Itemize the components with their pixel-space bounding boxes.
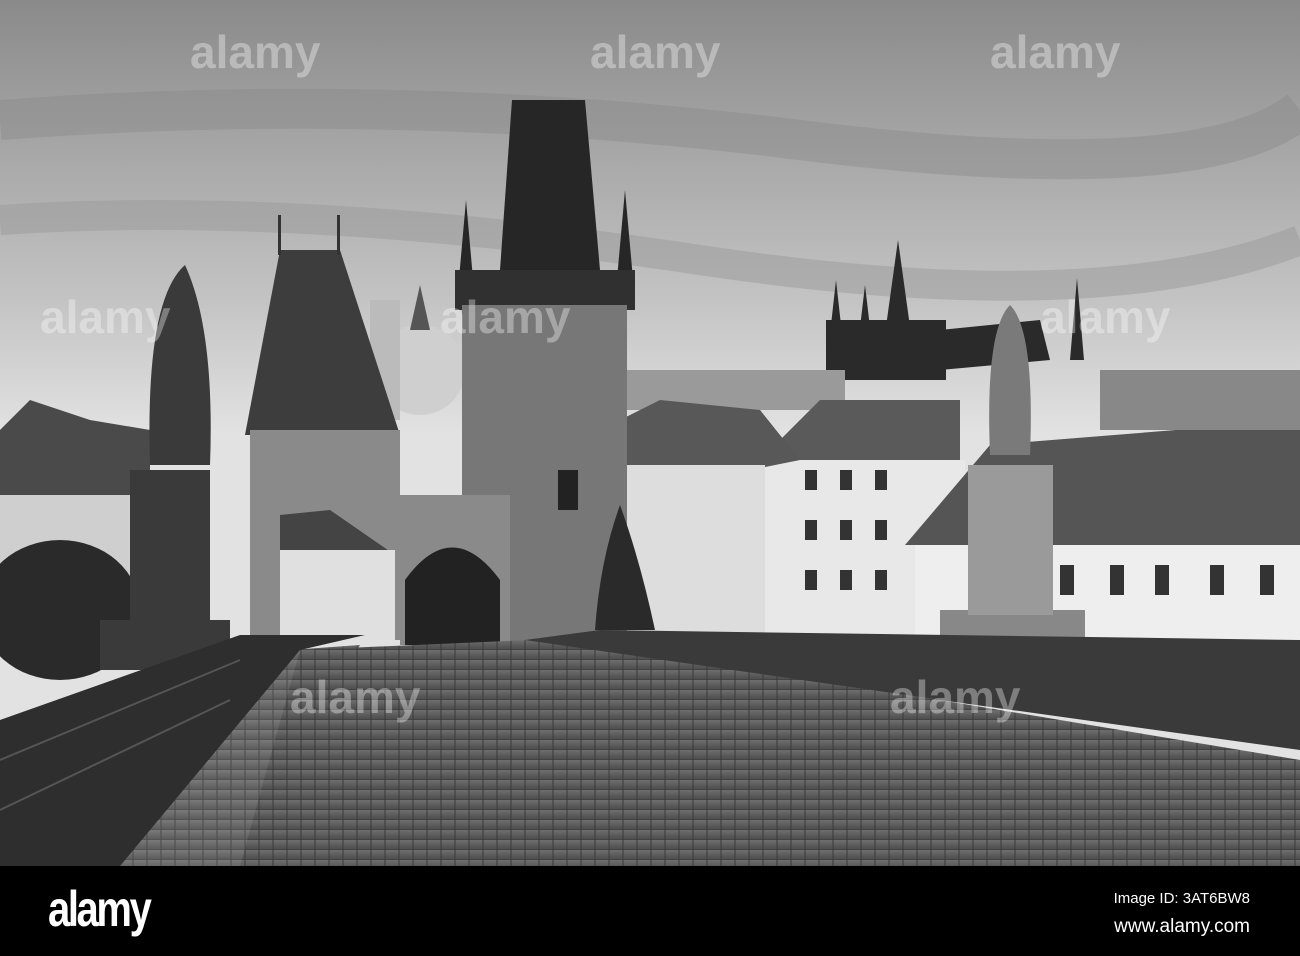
right-buildings bbox=[600, 370, 1300, 645]
footer-bar: alamy Image ID: 3AT6BW8 www.alamy.com bbox=[0, 866, 1300, 956]
site-url[interactable]: www.alamy.com bbox=[1114, 916, 1250, 938]
image-id: Image ID: 3AT6BW8 bbox=[1113, 890, 1250, 907]
photo-charles-bridge bbox=[0, 0, 1300, 866]
stock-photo-page: alamy alamy alamy alamy alamy alamy alam… bbox=[0, 0, 1300, 956]
alamy-logo: alamy bbox=[48, 881, 152, 937]
